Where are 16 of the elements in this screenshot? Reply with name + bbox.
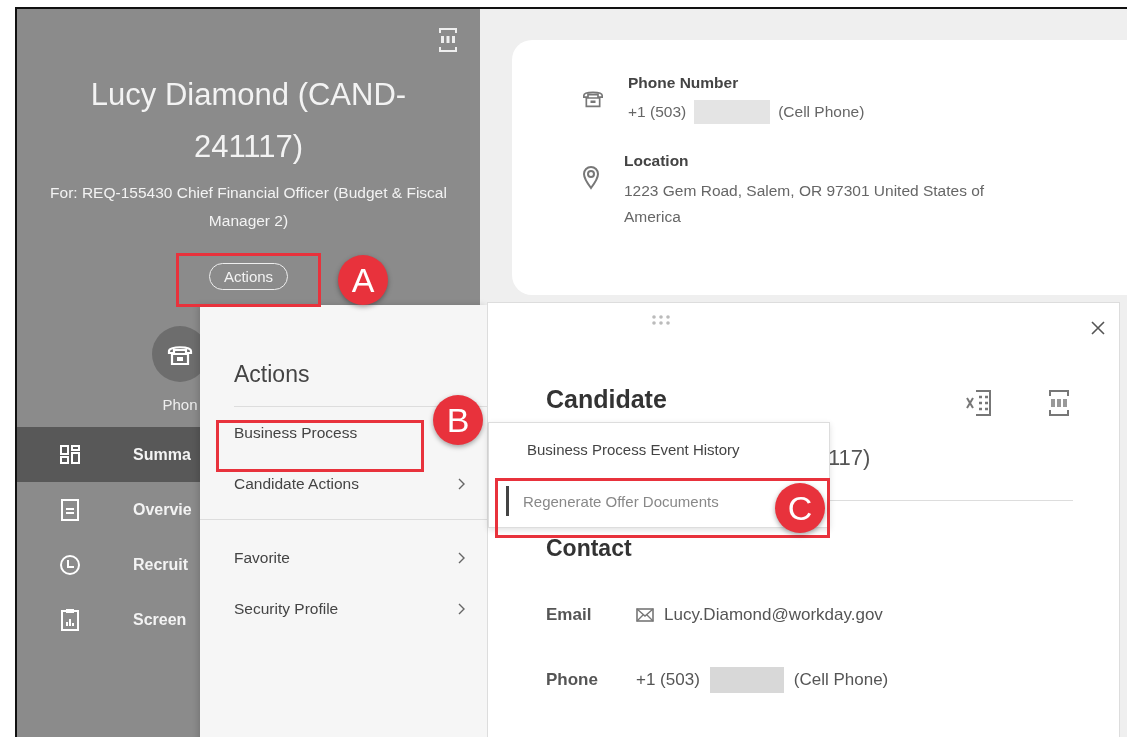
field-label: Email [546, 605, 593, 625]
address-text: 1223 Gem Road, Salem, OR 97301 United States of America [624, 181, 986, 227]
popup-title: Candidate [546, 385, 667, 414]
phone-prefix: +1 (503) [636, 670, 700, 690]
field-label: Location [624, 152, 690, 170]
candidate-name: Lucy Diamond (CAND-241117) [89, 76, 408, 166]
phone-type: (Cell Phone) [793, 670, 889, 690]
field-label: Phone Number [628, 74, 740, 92]
phone-prefix: +1 (503) [628, 103, 687, 121]
section-heading: Contact [546, 535, 632, 562]
phone-label: Phon [162, 396, 198, 413]
menu-title: Actions [234, 361, 311, 388]
phone-type: (Cell Phone) [778, 103, 865, 121]
candidate-id-text: 117) [828, 445, 871, 471]
requisition-text: For: REQ-155430 Chief Financial Officer (Budget & Fiscal Manager 2) [49, 183, 448, 231]
field-label: Phone [546, 670, 599, 690]
